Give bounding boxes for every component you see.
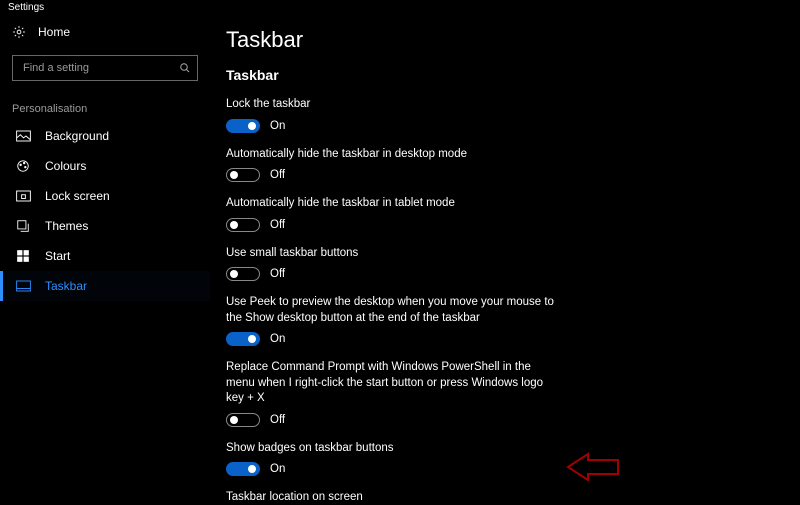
sidebar-item-label: Start <box>45 249 70 263</box>
setting-badges: Show badges on taskbar buttons On <box>226 441 556 477</box>
toggle-state: On <box>270 120 285 132</box>
toggle-state: Off <box>270 268 285 280</box>
section-subhead: Taskbar <box>226 67 800 83</box>
toggle-state: On <box>270 463 285 475</box>
taskbar-icon <box>15 280 31 292</box>
setting-label: Show badges on taskbar buttons <box>226 441 556 457</box>
sidebar-item-colours[interactable]: Colours <box>0 151 210 181</box>
sidebar: Home Personalisation Background <box>0 13 210 505</box>
sidebar-item-label: Taskbar <box>45 279 87 293</box>
setting-powershell: Replace Command Prompt with Windows Powe… <box>226 360 556 427</box>
toggle-peek[interactable] <box>226 332 260 346</box>
home-label: Home <box>38 25 70 39</box>
setting-autohide-desktop: Automatically hide the taskbar in deskto… <box>226 147 556 183</box>
toggle-state: Off <box>270 414 285 426</box>
picture-icon <box>15 130 31 142</box>
window-title: Settings <box>8 2 44 13</box>
sidebar-item-background[interactable]: Background <box>0 121 210 151</box>
palette-icon <box>15 159 31 173</box>
sidebar-item-start[interactable]: Start <box>0 241 210 271</box>
sidebar-item-themes[interactable]: Themes <box>0 211 210 241</box>
themes-icon <box>15 219 31 233</box>
setting-label: Use Peek to preview the desktop when you… <box>226 295 556 326</box>
setting-small-buttons: Use small taskbar buttons Off <box>226 246 556 282</box>
start-icon <box>15 249 31 263</box>
sidebar-item-label: Lock screen <box>45 189 110 203</box>
sidebar-item-label: Themes <box>45 219 88 233</box>
sidebar-item-label: Colours <box>45 159 86 173</box>
setting-peek: Use Peek to preview the desktop when you… <box>226 295 556 346</box>
sidebar-item-lockscreen[interactable]: Lock screen <box>0 181 210 211</box>
section-heading: Personalisation <box>0 85 210 121</box>
setting-label: Use small taskbar buttons <box>226 246 556 262</box>
setting-label: Automatically hide the taskbar in tablet… <box>226 196 556 212</box>
search-box[interactable] <box>12 55 198 81</box>
window-titlebar: Settings <box>0 0 800 13</box>
search-icon <box>179 62 191 74</box>
toggle-autohide-desktop[interactable] <box>226 168 260 182</box>
search-input[interactable] <box>21 61 179 75</box>
sidebar-item-label: Background <box>45 129 109 143</box>
setting-lock-taskbar: Lock the taskbar On <box>226 97 556 133</box>
setting-label: Lock the taskbar <box>226 97 556 113</box>
lockscreen-icon <box>15 190 31 202</box>
toggle-autohide-tablet[interactable] <box>226 218 260 232</box>
toggle-state: On <box>270 333 285 345</box>
setting-label: Automatically hide the taskbar in deskto… <box>226 147 556 163</box>
toggle-small-buttons[interactable] <box>226 267 260 281</box>
setting-label: Taskbar location on screen <box>226 490 556 505</box>
toggle-lock-taskbar[interactable] <box>226 119 260 133</box>
setting-autohide-tablet: Automatically hide the taskbar in tablet… <box>226 196 556 232</box>
setting-taskbar-location: Taskbar location on screen Bottom <box>226 490 556 505</box>
toggle-badges[interactable] <box>226 462 260 476</box>
gear-icon <box>12 25 26 39</box>
page-title: Taskbar <box>226 27 800 53</box>
toggle-state: Off <box>270 169 285 181</box>
toggle-powershell[interactable] <box>226 413 260 427</box>
home-nav[interactable]: Home <box>0 19 210 45</box>
content-pane: Taskbar Taskbar Lock the taskbar On Auto… <box>210 13 800 505</box>
toggle-state: Off <box>270 219 285 231</box>
setting-label: Replace Command Prompt with Windows Powe… <box>226 360 556 407</box>
sidebar-item-taskbar[interactable]: Taskbar <box>0 271 210 301</box>
